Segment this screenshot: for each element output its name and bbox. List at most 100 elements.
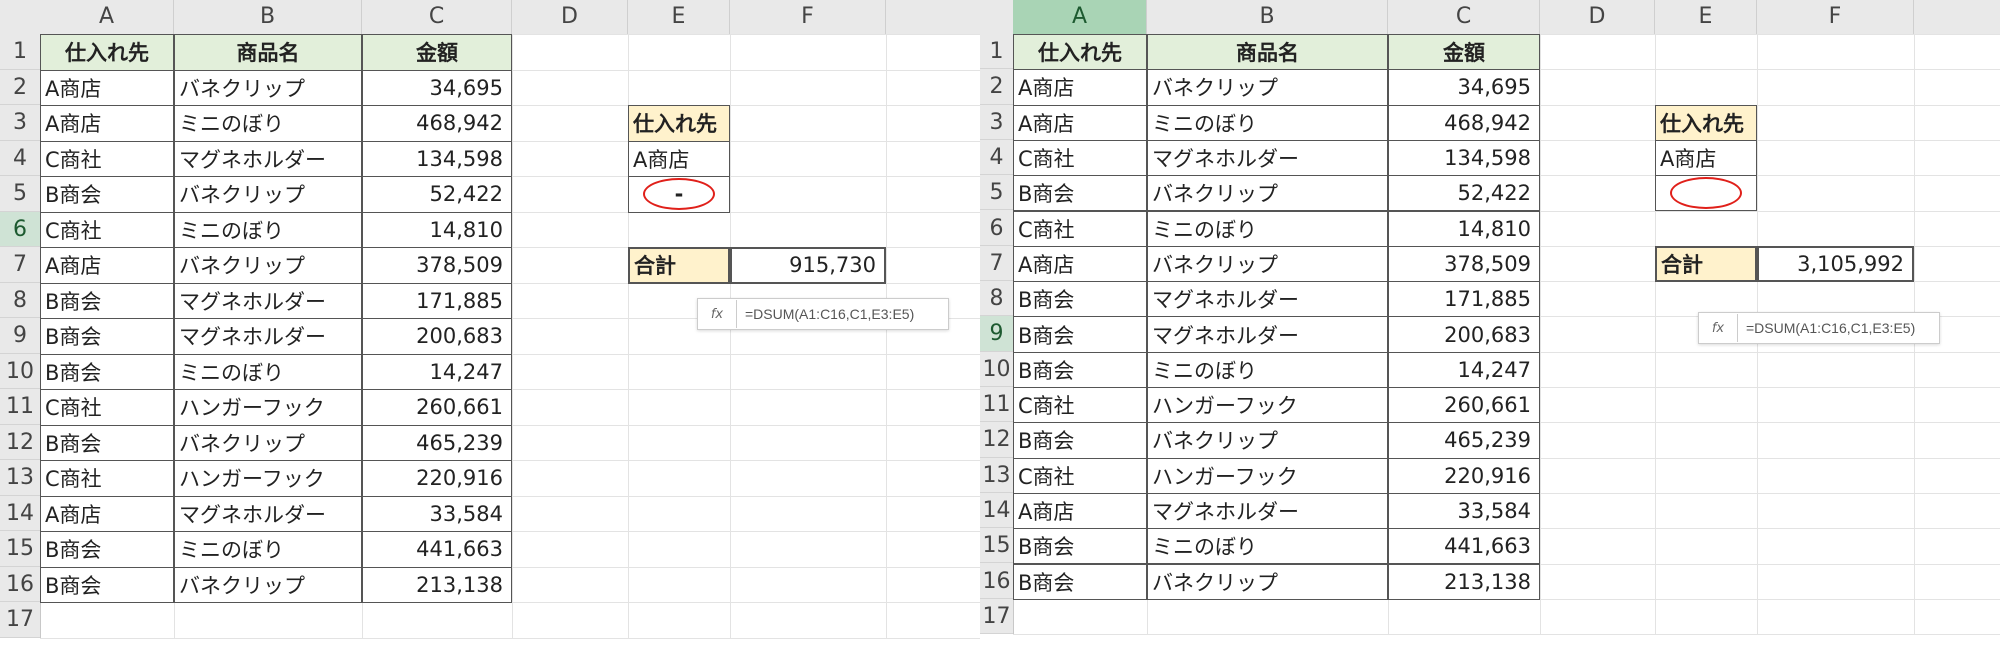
row-header-13[interactable]: 13: [0, 460, 40, 496]
cell-supplier[interactable]: C商社: [40, 460, 174, 497]
row-header-9[interactable]: 9: [0, 318, 40, 354]
column-header-d[interactable]: D: [512, 0, 628, 34]
cell-supplier[interactable]: C商社: [1013, 139, 1147, 177]
cell-product[interactable]: ミニのぼり: [1147, 351, 1388, 388]
cell-product[interactable]: ハンガーフック: [174, 460, 362, 497]
header-product[interactable]: 商品名: [174, 34, 362, 71]
cell-product[interactable]: マグネホルダー: [174, 318, 362, 355]
cell-supplier[interactable]: C商社: [1013, 387, 1147, 424]
cell-amount[interactable]: 441,663: [1388, 528, 1540, 565]
cell-supplier[interactable]: B商会: [1013, 422, 1147, 459]
cell-amount[interactable]: 260,661: [362, 389, 512, 426]
total-label[interactable]: 合計: [1655, 245, 1757, 283]
cell-product[interactable]: バネクリップ: [1147, 69, 1388, 106]
total-label[interactable]: 合計: [628, 247, 730, 284]
cell-supplier[interactable]: B商会: [1013, 351, 1147, 388]
fx-icon[interactable]: fx: [1699, 314, 1738, 342]
column-header-a[interactable]: A: [40, 0, 174, 34]
cell-amount[interactable]: 34,695: [1388, 69, 1540, 106]
fx-icon[interactable]: fx: [698, 300, 737, 328]
cell-amount[interactable]: 134,598: [1388, 139, 1540, 177]
row-header-1[interactable]: 1: [0, 34, 40, 70]
row-header-8[interactable]: 8: [0, 283, 40, 318]
criteria-header[interactable]: 仕入れ先: [628, 105, 730, 142]
cell-product[interactable]: バネクリップ: [1147, 245, 1388, 283]
cell-amount[interactable]: 213,138: [362, 566, 512, 603]
cell-product[interactable]: バネクリップ: [1147, 563, 1388, 600]
total-value[interactable]: 915,730: [730, 247, 886, 284]
cell-supplier[interactable]: A商店: [1013, 69, 1147, 106]
row-header-4[interactable]: 4: [0, 141, 40, 176]
column-header-c[interactable]: C: [362, 0, 512, 34]
column-header-e[interactable]: E: [1655, 0, 1757, 34]
row-header-2[interactable]: 2: [980, 69, 1013, 105]
row-header-10[interactable]: 10: [0, 354, 40, 389]
cell-product[interactable]: バネクリップ: [1147, 422, 1388, 459]
cell-product[interactable]: ミニのぼり: [1147, 528, 1388, 565]
row-header-14[interactable]: 14: [980, 493, 1013, 529]
cell-product[interactable]: マグネホルダー: [1147, 316, 1388, 353]
column-header-f[interactable]: F: [730, 0, 886, 34]
row-header-3[interactable]: 3: [0, 105, 40, 141]
cell-amount[interactable]: 33,584: [1388, 492, 1540, 530]
row-header-10[interactable]: 10: [980, 352, 1013, 387]
cell-amount[interactable]: 441,663: [362, 531, 512, 568]
column-header-f[interactable]: F: [1757, 0, 1914, 34]
row-header-4[interactable]: 4: [980, 140, 1013, 176]
cell-product[interactable]: ハンガーフック: [1147, 387, 1388, 424]
cell-product[interactable]: ミニのぼり: [174, 105, 362, 142]
cell-amount[interactable]: 468,942: [1388, 104, 1540, 141]
criteria-header[interactable]: 仕入れ先: [1655, 104, 1757, 141]
row-header-3[interactable]: 3: [980, 105, 1013, 140]
cell-amount[interactable]: 200,683: [1388, 316, 1540, 353]
row-header-16[interactable]: 16: [980, 564, 1013, 599]
cell-product[interactable]: マグネホルダー: [1147, 281, 1388, 318]
header-supplier[interactable]: 仕入れ先: [40, 34, 174, 71]
row-header-16[interactable]: 16: [0, 567, 40, 602]
column-header-d[interactable]: D: [1540, 0, 1655, 34]
cell-amount[interactable]: 52,422: [362, 176, 512, 213]
cell-supplier[interactable]: A商店: [1013, 104, 1147, 141]
cell-amount[interactable]: 378,509: [362, 247, 512, 284]
cell-supplier[interactable]: C商社: [40, 211, 174, 248]
cell-supplier[interactable]: C商社: [1013, 457, 1147, 494]
column-header-e[interactable]: E: [628, 0, 730, 34]
cell-product[interactable]: マグネホルダー: [174, 282, 362, 319]
cell-product[interactable]: ミニのぼり: [174, 211, 362, 248]
header-product[interactable]: 商品名: [1147, 34, 1388, 71]
criteria-value[interactable]: A商店: [628, 140, 730, 177]
cell-product[interactable]: マグネホルダー: [174, 495, 362, 532]
row-header-7[interactable]: 7: [0, 247, 40, 283]
cell-product[interactable]: ハンガーフック: [174, 389, 362, 426]
cell-product[interactable]: ハンガーフック: [1147, 457, 1388, 494]
cell-amount[interactable]: 14,810: [362, 211, 512, 248]
row-header-8[interactable]: 8: [980, 281, 1013, 317]
row-header-5[interactable]: 5: [980, 175, 1013, 211]
cell-product[interactable]: マグネホルダー: [174, 140, 362, 177]
cell-supplier[interactable]: A商店: [40, 69, 174, 106]
cell-amount[interactable]: 14,247: [362, 353, 512, 390]
row-header-1[interactable]: 1: [980, 34, 1013, 70]
header-amount[interactable]: 金額: [362, 34, 512, 71]
cell-product[interactable]: バネクリップ: [174, 247, 362, 284]
cell-product[interactable]: バネクリップ: [1147, 175, 1388, 212]
cell-supplier[interactable]: B商会: [40, 176, 174, 213]
cell-amount[interactable]: 52,422: [1388, 175, 1540, 212]
total-value[interactable]: 3,105,992: [1757, 245, 1914, 283]
cell-amount[interactable]: 134,598: [362, 140, 512, 177]
cell-supplier[interactable]: B商会: [40, 282, 174, 319]
select-all-corner[interactable]: [0, 0, 41, 35]
cell-supplier[interactable]: B商会: [1013, 316, 1147, 353]
row-header-15[interactable]: 15: [0, 531, 40, 567]
column-header-b[interactable]: B: [174, 0, 362, 34]
cell-supplier[interactable]: A商店: [40, 105, 174, 142]
cell-product[interactable]: バネクリップ: [174, 69, 362, 106]
cell-amount[interactable]: 213,138: [1388, 563, 1540, 600]
row-header-6[interactable]: 6: [980, 211, 1013, 246]
row-header-9[interactable]: 9: [980, 316, 1013, 352]
cell-supplier[interactable]: A商店: [40, 247, 174, 284]
cell-supplier[interactable]: A商店: [1013, 245, 1147, 283]
cell-amount[interactable]: 14,247: [1388, 351, 1540, 388]
row-header-11[interactable]: 11: [980, 387, 1013, 423]
cell-product[interactable]: バネクリップ: [174, 566, 362, 603]
